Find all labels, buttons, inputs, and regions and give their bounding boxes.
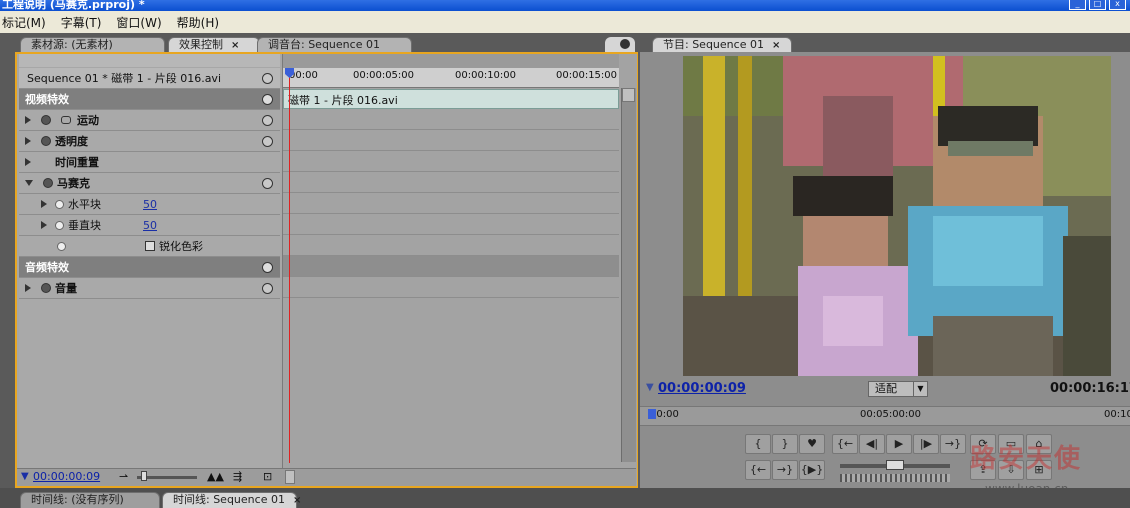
step-forward-button[interactable]: |▶ xyxy=(913,434,939,454)
reset-icon[interactable] xyxy=(262,282,273,294)
mark-out-button[interactable]: } xyxy=(772,434,798,454)
close-button[interactable]: x xyxy=(1109,0,1126,10)
step-back-button[interactable]: ◀| xyxy=(859,434,885,454)
play-button[interactable]: ▶ xyxy=(886,434,912,454)
go-to-in-button[interactable]: {← xyxy=(832,434,858,454)
param-row-horizontal-blocks[interactable]: 水平块 50 xyxy=(19,194,280,215)
tab-program[interactable]: 节目: Sequence 01 × xyxy=(652,37,792,53)
menu-marker[interactable]: 标记(M) xyxy=(2,14,46,31)
watermark-logo: 路安天使 xyxy=(970,444,1083,474)
time-ruler[interactable]: 00:00 00:00:05:00 00:00:10:00 00:00:15:0… xyxy=(283,68,619,88)
zoom-out-icon[interactable]: ⇀ xyxy=(119,470,128,483)
shuttle-thumb[interactable] xyxy=(886,460,904,470)
reset-icon[interactable] xyxy=(262,135,273,147)
sharp-colors-checkbox[interactable] xyxy=(145,241,155,251)
ec-current-time[interactable]: 00:00:00:09 xyxy=(33,470,100,483)
go-to-keyframe-icon[interactable]: ⇶ xyxy=(233,470,242,483)
collapse-icon[interactable] xyxy=(25,180,33,186)
bottom-tab-bar: 时间线: (没有序列) 时间线: Sequence 01 × xyxy=(0,488,1130,508)
horizontal-blocks-value[interactable]: 50 xyxy=(143,198,157,211)
effect-row-time-remap[interactable]: 时间重置 xyxy=(19,152,280,173)
menu-window[interactable]: 窗口(W) xyxy=(116,14,161,31)
playhead[interactable] xyxy=(289,68,290,463)
close-icon[interactable]: × xyxy=(772,40,780,51)
expand-icon[interactable] xyxy=(25,116,31,124)
arrow-icon[interactable] xyxy=(262,72,273,84)
clip-label-row: Sequence 01 * 磁带 1 - 片段 016.avi xyxy=(19,68,280,89)
effect-row-volume[interactable]: 音量 xyxy=(19,278,280,299)
go-to-next-edit-button[interactable]: →} xyxy=(772,460,798,480)
expand-icon[interactable] xyxy=(25,137,31,145)
motion-icon xyxy=(61,116,71,124)
tab-effect-controls[interactable]: 效果控制 × xyxy=(168,37,260,53)
zoom-slider-thumb[interactable] xyxy=(141,471,147,481)
fx-toggle-icon[interactable] xyxy=(41,115,51,125)
vertical-scrollbar[interactable] xyxy=(621,88,636,462)
close-icon[interactable]: × xyxy=(293,495,301,506)
go-to-out-button[interactable]: →} xyxy=(940,434,966,454)
menu-help[interactable]: 帮助(H) xyxy=(177,14,219,31)
program-time-ruler[interactable]: 00:00 00:05:00:00 00:10 xyxy=(640,406,1130,426)
audio-effects-header: 音频特效 xyxy=(19,257,280,278)
tab-timeline-empty[interactable]: 时间线: (没有序列) xyxy=(20,492,160,508)
maximize-button[interactable]: □ xyxy=(1089,0,1106,10)
vertical-blocks-value[interactable]: 50 xyxy=(143,219,157,232)
window-controls: _ □ x xyxy=(1069,0,1126,11)
timeline-clip[interactable]: 磁带 1 - 片段 016.avi xyxy=(283,89,619,109)
clip-label: Sequence 01 * 磁带 1 - 片段 016.avi xyxy=(27,72,221,85)
panel-menu-button[interactable] xyxy=(605,37,635,53)
stopwatch-icon[interactable] xyxy=(57,241,66,251)
effect-row-opacity[interactable]: 透明度 xyxy=(19,131,280,152)
transport-controls: { } ♥ {← ◀| ▶ |▶ →} {← →} {▶} xyxy=(740,430,980,486)
jog-wheel[interactable] xyxy=(840,474,950,482)
effect-controls-panel: Sequence 01 * 磁带 1 - 片段 016.avi 视频特效 运动 … xyxy=(15,52,638,488)
expand-icon[interactable] xyxy=(41,200,47,208)
menu-title[interactable]: 字幕(T) xyxy=(61,14,102,31)
effect-controls-footer: ▼ 00:00:00:09 ⇀ ▲▲ ⇶ ⊡ xyxy=(17,468,636,486)
tab-timeline-sequence[interactable]: 时间线: Sequence 01 × xyxy=(162,492,301,508)
fx-toggle-icon[interactable] xyxy=(41,283,51,293)
fx-toggle-icon[interactable] xyxy=(43,178,53,188)
chevron-down-icon: ▼ xyxy=(913,382,927,396)
close-icon[interactable]: × xyxy=(231,40,239,51)
set-marker-button[interactable]: ♥ xyxy=(799,434,825,454)
export-icon[interactable]: ⊡ xyxy=(263,470,272,483)
playhead-handle-icon[interactable] xyxy=(648,409,656,419)
program-monitor: ▼ 00:00:00:09 适配 ▼ 00:00:16:17 00:00 00:… xyxy=(640,52,1130,496)
reset-icon[interactable] xyxy=(262,177,273,189)
fx-toggle-icon[interactable] xyxy=(41,136,51,146)
window-title: 工程说明 (马赛克.prproj) * xyxy=(0,0,1130,11)
program-duration: 00:00:16:17 xyxy=(1050,381,1130,396)
reset-icon[interactable] xyxy=(262,114,273,126)
expand-icon[interactable] xyxy=(25,158,31,166)
param-row-vertical-blocks[interactable]: 垂直块 50 xyxy=(19,215,280,236)
param-row-sharp-colors: 锐化色彩 xyxy=(19,236,280,257)
effect-row-motion[interactable]: 运动 xyxy=(19,110,280,131)
effect-list: Sequence 01 * 磁带 1 - 片段 016.avi 视频特效 运动 … xyxy=(19,68,280,468)
stopwatch-icon[interactable] xyxy=(55,199,64,209)
fit-dropdown[interactable]: 适配 ▼ xyxy=(868,381,928,397)
effect-row-mosaic[interactable]: 马赛克 xyxy=(19,173,280,194)
video-effects-header: 视频特效 xyxy=(19,89,280,110)
expand-icon[interactable] xyxy=(41,221,47,229)
mark-in-button[interactable]: { xyxy=(745,434,771,454)
minimize-button[interactable]: _ xyxy=(1069,0,1086,10)
play-in-to-out-button[interactable]: {▶} xyxy=(799,460,825,480)
expand-icon[interactable] xyxy=(25,284,31,292)
collapse-icon[interactable] xyxy=(262,93,273,105)
effect-timeline: 00:00 00:00:05:00 00:00:10:00 00:00:15:0… xyxy=(282,54,637,486)
program-current-time[interactable]: 00:00:00:09 xyxy=(658,381,746,396)
stopwatch-icon[interactable] xyxy=(55,220,64,230)
go-to-prev-edit-button[interactable]: {← xyxy=(745,460,771,480)
menu-bar: 标记(M) 字幕(T) 窗口(W) 帮助(H) xyxy=(0,11,1130,33)
tab-source[interactable]: 素材源: (无素材) xyxy=(20,37,165,53)
tab-audio-mixer[interactable]: 调音台: Sequence 01 xyxy=(257,37,412,53)
zoom-in-icon[interactable]: ▲▲ xyxy=(207,470,224,483)
collapse-icon[interactable] xyxy=(262,261,273,273)
program-video-frame xyxy=(683,56,1111,376)
scroll-left-button[interactable] xyxy=(285,470,295,484)
